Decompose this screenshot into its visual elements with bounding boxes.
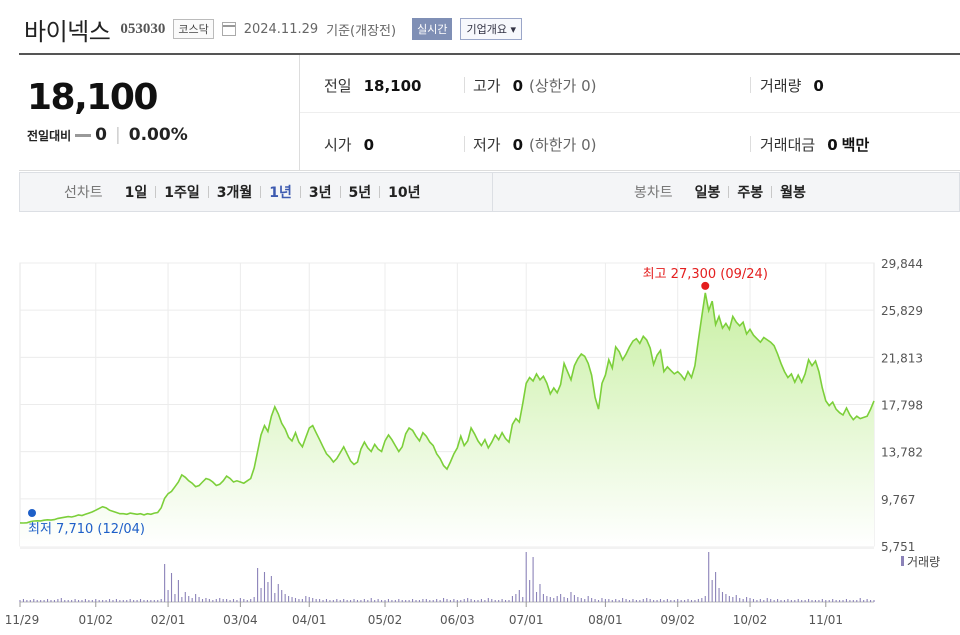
- y-tick-label: 21,813: [881, 351, 923, 365]
- x-tick-label: 08/01: [588, 613, 623, 627]
- max-annotation: 최고 27,300 (09/24): [643, 267, 768, 282]
- x-axis: 11/29 01/02 02/01 03/04 04/01 05/02 06/03 07/01…: [5, 601, 874, 627]
- volume-bars: 거래량: [19, 547, 940, 602]
- min-point: [28, 509, 36, 517]
- y-tick-label: 29,844: [881, 257, 923, 271]
- x-tick-label: 01/02: [78, 613, 113, 627]
- x-tick-label: 11/01: [808, 613, 843, 627]
- y-tick-label: 13,782: [881, 446, 923, 460]
- y-tick-label: 9,767: [881, 493, 915, 507]
- x-tick-label: 11/29: [5, 613, 40, 627]
- x-tick-label: 09/02: [660, 613, 695, 627]
- y-axis: 29,844 25,829 21,813 17,798 13,782 9,767 5,751: [881, 257, 923, 554]
- max-point: [701, 281, 710, 290]
- x-tick-label: 07/01: [509, 613, 544, 627]
- x-tick-label: 02/01: [151, 613, 186, 627]
- y-tick-label: 25,829: [881, 304, 923, 318]
- price-chart: 29,844 25,829 21,813 17,798 13,782 9,767 5,751…: [5, 257, 940, 627]
- x-tick-label: 04/01: [292, 613, 327, 627]
- volume-legend-label: 거래량: [907, 555, 940, 569]
- x-tick-label: 03/04: [223, 613, 258, 627]
- min-annotation: 최저 7,710 (12/04): [28, 522, 145, 537]
- volume-legend-icon: [901, 556, 904, 566]
- x-tick-label: 05/02: [368, 613, 403, 627]
- x-tick-label: 10/02: [733, 613, 768, 627]
- x-tick-label: 06/03: [440, 613, 475, 627]
- y-tick-label: 5,751: [881, 540, 915, 554]
- y-tick-label: 17,798: [881, 398, 923, 412]
